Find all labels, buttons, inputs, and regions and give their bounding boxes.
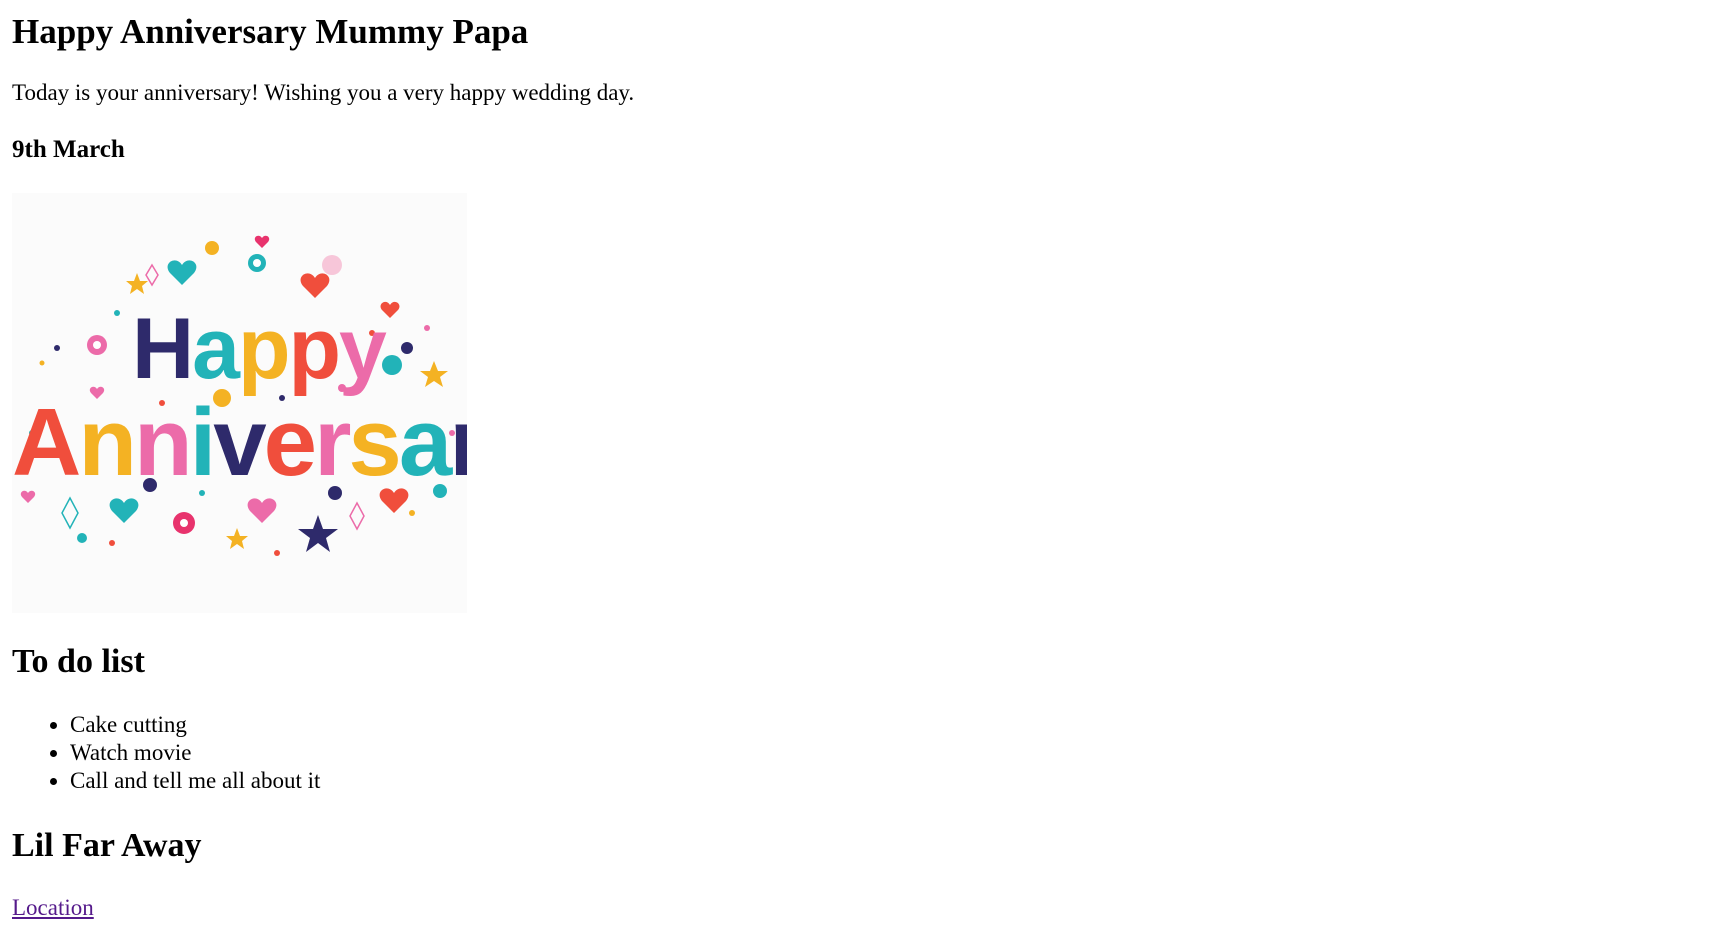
page-title: Happy Anniversary Mummy Papa bbox=[12, 12, 529, 51]
bullet-icon bbox=[50, 722, 57, 729]
list-item: Cake cutting bbox=[48, 711, 320, 739]
anniversary-artwork: Happy Anniversary bbox=[12, 235, 467, 556]
bullet-icon bbox=[50, 750, 57, 757]
list-item-label: Cake cutting bbox=[70, 712, 187, 737]
list-item: Watch movie bbox=[48, 739, 320, 767]
anniversary-word: Anniversary bbox=[12, 389, 467, 496]
intro-text: Today is your anniversary! Wishing you a… bbox=[12, 80, 635, 105]
anniversary-image: Happy Anniversary bbox=[12, 193, 467, 613]
far-away-heading: Lil Far Away bbox=[12, 827, 202, 864]
date-heading: 9th March bbox=[12, 136, 125, 163]
list-item-label: Call and tell me all about it bbox=[70, 768, 321, 793]
bullet-icon bbox=[50, 778, 57, 785]
page: Happy Anniversary Mummy Papa Today is yo… bbox=[0, 0, 1723, 926]
todo-list: Cake cutting Watch movie Call and tell m… bbox=[48, 711, 320, 795]
list-item-label: Watch movie bbox=[70, 740, 192, 765]
happy-word: Happy bbox=[132, 301, 387, 397]
list-item: Call and tell me all about it bbox=[48, 767, 320, 795]
todo-heading: To do list bbox=[12, 643, 145, 680]
location-link[interactable]: Location bbox=[12, 894, 94, 922]
